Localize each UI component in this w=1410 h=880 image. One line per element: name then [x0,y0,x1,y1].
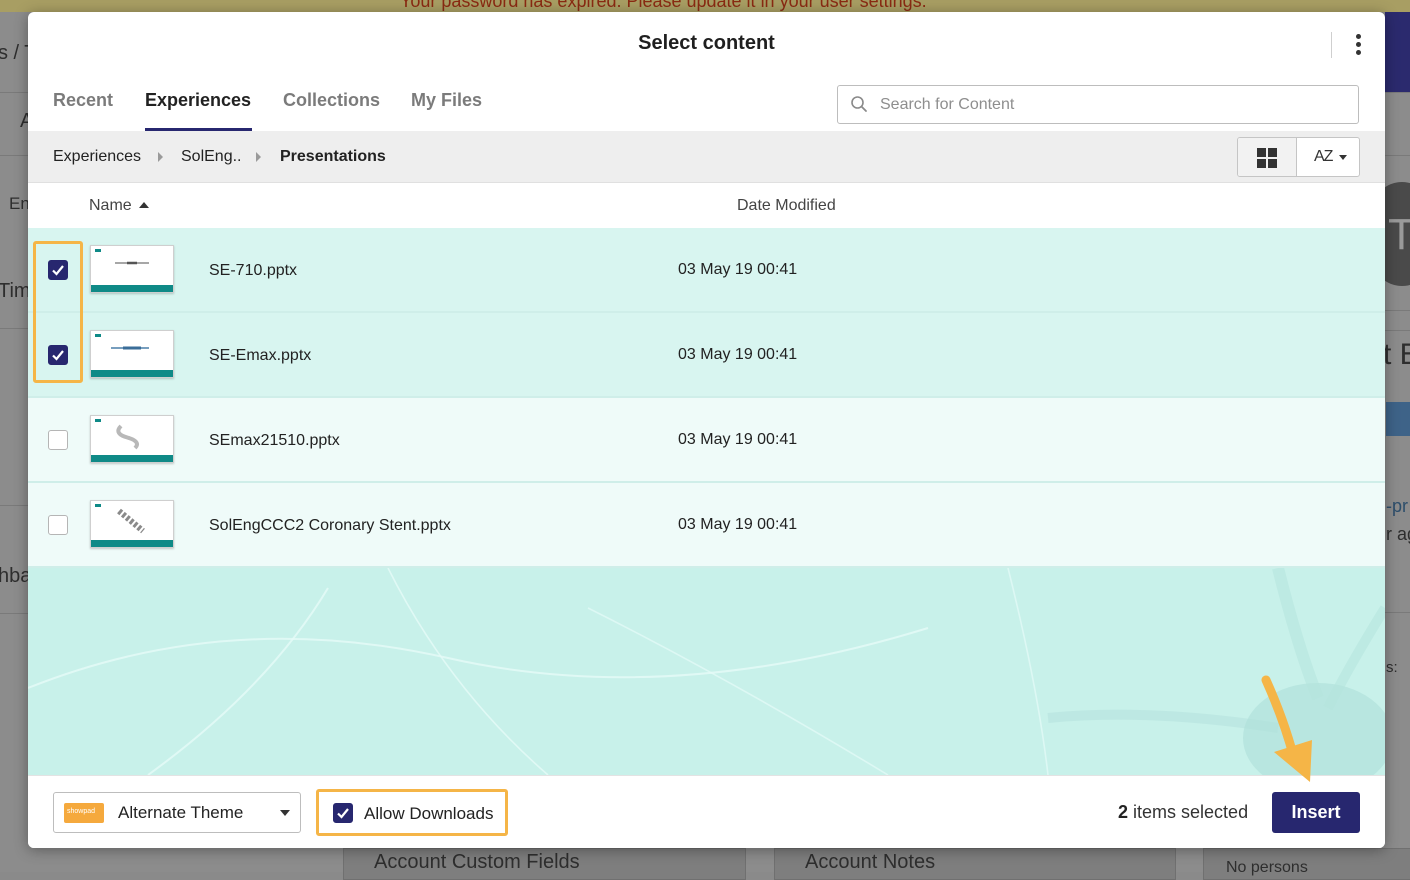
chevron-down-icon [280,810,290,816]
search-input[interactable] [878,86,1352,123]
file-row[interactable]: SE-710.pptx 03 May 19 00:41 [28,228,1385,313]
column-date-modified[interactable]: Date Modified [737,197,836,215]
allow-downloads-checkbox[interactable] [333,803,353,823]
file-name: SE-710.pptx [209,262,298,279]
checkmark-icon [337,808,349,819]
breadcrumb-bar: Experiences SolEng.. Presentations AZ [28,131,1385,183]
bg-fragment: r ag [1386,524,1410,544]
selected-count-number: 2 [1118,802,1129,822]
password-banner: Your password has expired. Please update… [0,0,1410,12]
select-content-modal: Select content Recent Experiences Collec… [28,12,1385,848]
breadcrumb-soleng[interactable]: SolEng.. [181,148,241,166]
column-name[interactable]: Name [89,197,149,215]
row-checkbox[interactable] [48,345,68,365]
bg-fragment: s: [1386,659,1398,676]
row-checkbox[interactable] [48,430,68,450]
file-name: SE-Emax.pptx [209,347,312,364]
tab-recent[interactable]: Recent [53,90,113,111]
tab-collections[interactable]: Collections [283,90,380,111]
file-thumbnail [90,330,174,378]
bg-avatar-letter: T [1388,210,1410,259]
bg-divider [1385,92,1410,93]
insert-button[interactable]: Insert [1272,792,1360,833]
empty-list-background [28,568,1385,775]
bg-divider [1385,310,1410,311]
file-thumbnail [90,245,174,293]
neuron-background-illustration [28,568,1385,775]
theme-swatch: showpad [64,803,104,823]
sort-button[interactable]: AZ [1297,138,1359,176]
bg-card-custom-fields: Account Custom Fields [343,848,746,880]
search-icon [851,96,867,112]
tab-experiences[interactable]: Experiences [145,90,251,111]
row-checkbox[interactable] [48,260,68,280]
bg-card-notes: Account Notes [774,848,1176,880]
view-controls: AZ [1237,137,1360,177]
file-row[interactable]: SEmax21510.pptx 03 May 19 00:41 [28,398,1385,483]
bg-divider [0,505,28,506]
bg-card-title: Account Custom Fields [374,851,580,873]
bg-divider [1385,330,1410,331]
file-thumbnail [90,500,174,548]
file-row[interactable]: SolEngCCC2 Coronary Stent.pptx 03 May 19… [28,483,1385,568]
column-header: Name Date Modified [28,183,1385,228]
theme-label: Alternate Theme [118,803,244,822]
sort-az-label: AZ [1314,148,1333,165]
bg-card-persons: No persons [1203,848,1410,880]
bg-divider [1385,612,1410,613]
bg-header-block [1385,12,1410,92]
selected-count: 2 items selected [1118,802,1248,823]
checkmark-icon [52,350,64,361]
file-row[interactable]: SE-Emax.pptx 03 May 19 00:41 [28,313,1385,398]
bg-card-title: Account Notes [805,851,936,873]
breadcrumb-experiences[interactable]: Experiences [53,148,141,166]
bg-divider [1385,155,1410,156]
search-box [837,85,1359,124]
bg-divider [0,613,28,614]
file-date: 03 May 19 00:41 [678,516,798,533]
grid-view-icon[interactable] [1238,138,1297,176]
bg-fragment: En [9,194,30,213]
breadcrumb-separator-icon [158,152,163,162]
modal-footer: showpad Alternate Theme Allow Downloads … [28,775,1385,848]
bg-fragment: t E [1383,338,1410,371]
password-banner-text: Your password has expired. Please update… [400,0,927,11]
file-name: SolEngCCC2 Coronary Stent.pptx [209,517,451,534]
bg-divider [0,92,28,93]
bg-fragment: -pr [1386,496,1408,516]
tab-my-files[interactable]: My Files [411,90,482,111]
bg-button [1386,402,1410,436]
file-thumbnail [90,415,174,463]
modal-title: Select content [638,32,775,54]
file-date: 03 May 19 00:41 [678,431,798,448]
bg-fragment: hba [0,565,32,587]
title-divider [1331,32,1332,58]
bg-divider [0,328,28,329]
kebab-vertical-icon[interactable] [1346,30,1370,60]
bg-divider [0,155,28,156]
breadcrumb-presentations: Presentations [280,148,386,165]
bg-card-title: No persons [1226,859,1308,876]
selected-count-suffix: items selected [1133,802,1249,822]
row-checkbox[interactable] [48,515,68,535]
theme-select[interactable]: showpad Alternate Theme [53,792,301,833]
checkmark-icon [52,265,64,276]
column-name-label: Name [89,197,132,214]
allow-downloads-toggle[interactable]: Allow Downloads [316,789,508,836]
theme-swatch-text: showpad [67,808,96,815]
file-date: 03 May 19 00:41 [678,261,798,278]
breadcrumb-separator-icon [256,152,261,162]
bg-fragment: Tim [0,280,31,302]
file-date: 03 May 19 00:41 [678,346,798,363]
allow-downloads-label: Allow Downloads [364,804,494,823]
file-name: SEmax21510.pptx [209,432,340,449]
sort-ascending-icon [138,202,149,208]
chevron-down-icon [1339,155,1347,160]
